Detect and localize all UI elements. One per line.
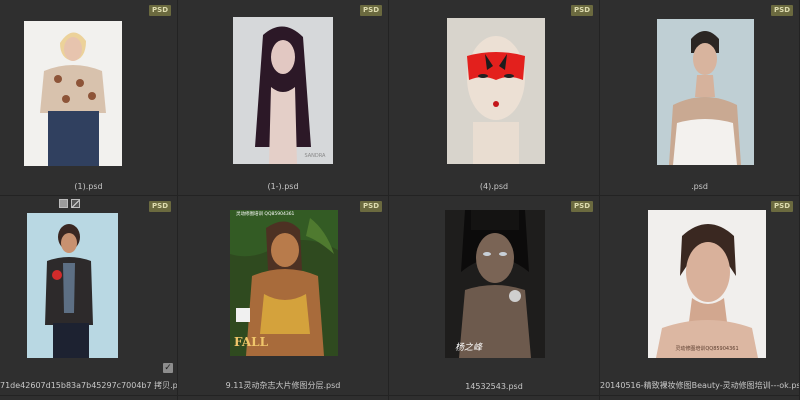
file-name-label: 9.11灵动杂志大片修图分层.psd [225, 381, 341, 390]
file-tile[interactable]: PSD (4).psd [389, 0, 600, 196]
thumbnail-header-text: 灵动修图培训 QQ85904361 [236, 210, 295, 217]
thumbnail-cover-word: FALL [234, 335, 269, 349]
file-tile[interactable]: PSD .psd [600, 0, 800, 196]
edit-icon[interactable] [71, 199, 80, 208]
file-thumbnail[interactable]: 灵动修图培训QQ85904361 [648, 210, 766, 358]
file-name-label: (1-).psd [267, 182, 299, 191]
file-tile-partial [600, 396, 800, 400]
file-tile[interactable]: PSD SANDRA (1-).psd [178, 0, 389, 196]
file-tile-partial [0, 396, 178, 400]
file-thumbnail[interactable]: 灵动修图培训 QQ85904361 FALL [230, 210, 338, 356]
file-thumbnail[interactable]: 杨之峰 [445, 210, 545, 358]
file-name-label: (4).psd [479, 182, 509, 191]
file-thumbnail[interactable] [27, 213, 118, 358]
file-name-label: .psd [691, 182, 708, 191]
file-thumbnail[interactable] [447, 18, 545, 164]
file-tile[interactable]: PSD 灵动修图培训QQ85904361 20140516-精致裸妆修图Beau… [600, 196, 800, 396]
psd-badge: PSD [149, 201, 171, 212]
file-name-label: (1).psd [74, 182, 103, 191]
file-thumbnail[interactable] [24, 21, 122, 166]
psd-badge: PSD [571, 201, 593, 212]
thumbnail-icon[interactable] [59, 199, 68, 208]
file-tile[interactable]: PSD 杨之峰 14532543.psd [389, 196, 600, 396]
thumbnail-caption: 灵动修图培训QQ85904361 [675, 345, 738, 352]
psd-badge: PSD [360, 201, 382, 212]
file-thumbnail[interactable] [657, 19, 754, 165]
psd-badge: PSD [771, 5, 793, 16]
file-tile[interactable]: PSD (1).psd [0, 0, 178, 196]
file-browser-grid: PSD (1).psd PSD SANDRA (1-).psd PSD (4).… [0, 0, 800, 400]
check-icon[interactable]: ✓ [163, 363, 173, 373]
psd-badge: PSD [571, 5, 593, 16]
file-tile[interactable]: PSD ✓ 71de42607d15b83a7b45297c7004b7 拷贝.… [0, 196, 178, 396]
file-name-label: 14532543.psd [465, 382, 523, 391]
psd-badge: PSD [149, 5, 171, 16]
file-name-label: 20140516-精致裸妆修图Beauty-灵动修图培训---ok.psd [600, 381, 799, 390]
psd-badge: PSD [771, 201, 793, 212]
file-tile-partial [178, 396, 389, 400]
file-name-label: 71de42607d15b83a7b45297c7004b7 拷贝.psd [0, 381, 177, 390]
file-thumbnail[interactable]: SANDRA [233, 17, 333, 164]
thumbnail-signature: 杨之峰 [455, 342, 483, 353]
file-tile[interactable]: PSD 灵动修图培训 QQ85904361 FALL 9.11灵动杂志大片修图分… [178, 196, 389, 396]
thumbnail-tools [59, 199, 80, 208]
file-tile-partial [389, 396, 600, 400]
thumbnail-watermark: SANDRA [305, 153, 327, 159]
psd-badge: PSD [360, 5, 382, 16]
